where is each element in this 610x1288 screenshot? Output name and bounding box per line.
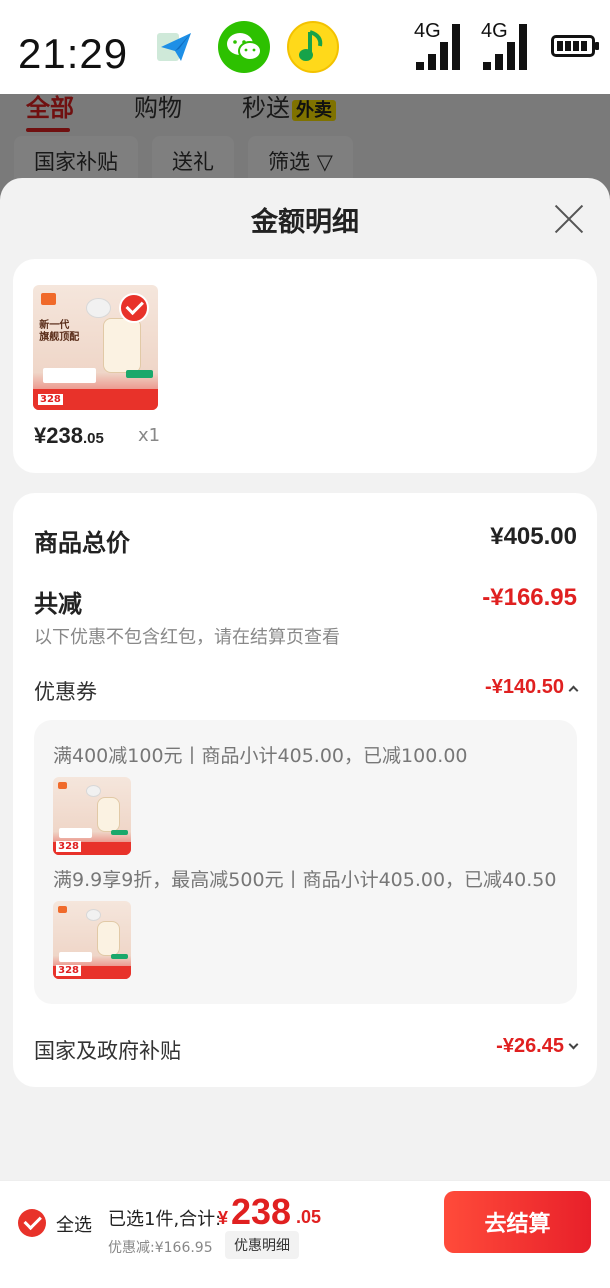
total-cents: .05 — [296, 1207, 322, 1227]
price-cents: .05 — [82, 430, 104, 447]
amount-detail-sheet: 金额明细 新一代 旗舰顶配 328 ¥238.05 x1 商品总价 ¥405.0… — [0, 178, 610, 1288]
total-row: 商品总价 ¥405.00 — [34, 523, 577, 558]
close-icon[interactable] — [552, 202, 586, 236]
subsidy-value-wrap: -¥26.45 — [496, 1035, 579, 1058]
checkout-button[interactable]: 去结算 — [444, 1191, 591, 1253]
total-label: 商品总价 — [34, 529, 130, 557]
coupon-row[interactable]: 优惠券 -¥140.50 — [34, 676, 579, 706]
coupon-item-2: 满9.9享9折，最高减500元丨商品小计405.00，已减40.50 — [53, 869, 557, 891]
reduce-label: 共减 — [34, 590, 82, 618]
sheet-header: 金额明细 — [0, 178, 610, 260]
detail-card: 商品总价 ¥405.00 共减 -¥166.95 以下优惠不包含红包，请在结算页… — [13, 493, 597, 1087]
checked-icon[interactable] — [119, 293, 149, 323]
sheet-title: 金额明细 — [251, 207, 359, 238]
select-all-checkbox[interactable] — [18, 1209, 46, 1237]
status-bar: 21:29 4G 4G — [0, 0, 610, 94]
coupon-product-thumbnail-2: 328 — [53, 901, 131, 979]
product-price: ¥238.05 — [34, 423, 104, 449]
send-icon — [152, 21, 198, 73]
thumbnail-price: 328 — [38, 394, 63, 405]
coupon-thumbnail-price-2: 328 — [56, 964, 81, 976]
wechat-icon — [218, 21, 270, 73]
reduce-value: -¥166.95 — [482, 584, 577, 611]
price-symbol: ¥ — [34, 423, 47, 448]
thumbnail-text: 新一代 旗舰顶配 — [39, 320, 80, 343]
music-icon — [287, 21, 339, 73]
signal-icon-2: 4G — [481, 20, 533, 72]
coupon-value: -¥140.50 — [485, 676, 564, 698]
coupon-item-1: 满400减100元丨商品小计405.00，已减100.00 — [53, 745, 468, 767]
battery-icon — [551, 35, 599, 57]
total-currency: ¥ — [218, 1208, 229, 1228]
chevron-up-icon — [568, 685, 579, 696]
subsidy-row[interactable]: 国家及政府补贴 -¥26.45 — [34, 1035, 579, 1065]
coupon-label: 优惠券 — [34, 680, 97, 704]
reduce-row: 共减 -¥166.95 — [34, 584, 577, 619]
price-int: 238 — [46, 423, 83, 448]
signal-label-2: 4G — [481, 20, 508, 42]
reduce-note: 以下优惠不包含红包，请在结算页查看 — [34, 627, 340, 648]
coupon-thumbnail-price-1: 328 — [56, 840, 81, 852]
product-quantity: x1 — [138, 425, 161, 446]
signal-icon: 4G — [414, 20, 466, 72]
subsidy-label: 国家及政府补贴 — [34, 1039, 181, 1063]
coupon-product-thumbnail-1: 328 — [53, 777, 131, 855]
discount-text: 优惠减:¥166.95 — [108, 1240, 213, 1256]
select-all-label[interactable]: 全选 — [56, 1211, 92, 1237]
chevron-down-icon — [568, 1039, 579, 1050]
checkout-bar: 全选 已选1件,合计: ¥ 238 .05 优惠减:¥166.95 优惠明细 去… — [0, 1180, 610, 1288]
status-time: 21:29 — [18, 30, 129, 77]
total-value: ¥405.00 — [490, 523, 577, 550]
discount-detail-button[interactable]: 优惠明细 — [225, 1231, 299, 1259]
summary-text: 已选1件,合计: — [108, 1209, 222, 1230]
subsidy-value: -¥26.45 — [496, 1035, 564, 1057]
signal-label: 4G — [414, 20, 441, 42]
coupon-value-wrap: -¥140.50 — [485, 676, 579, 699]
coupon-list: 满400减100元丨商品小计405.00，已减100.00 328 满9.9享9… — [34, 720, 577, 1004]
product-card: 新一代 旗舰顶配 328 ¥238.05 x1 — [13, 259, 597, 473]
total-amount: 238 — [231, 1191, 292, 1232]
